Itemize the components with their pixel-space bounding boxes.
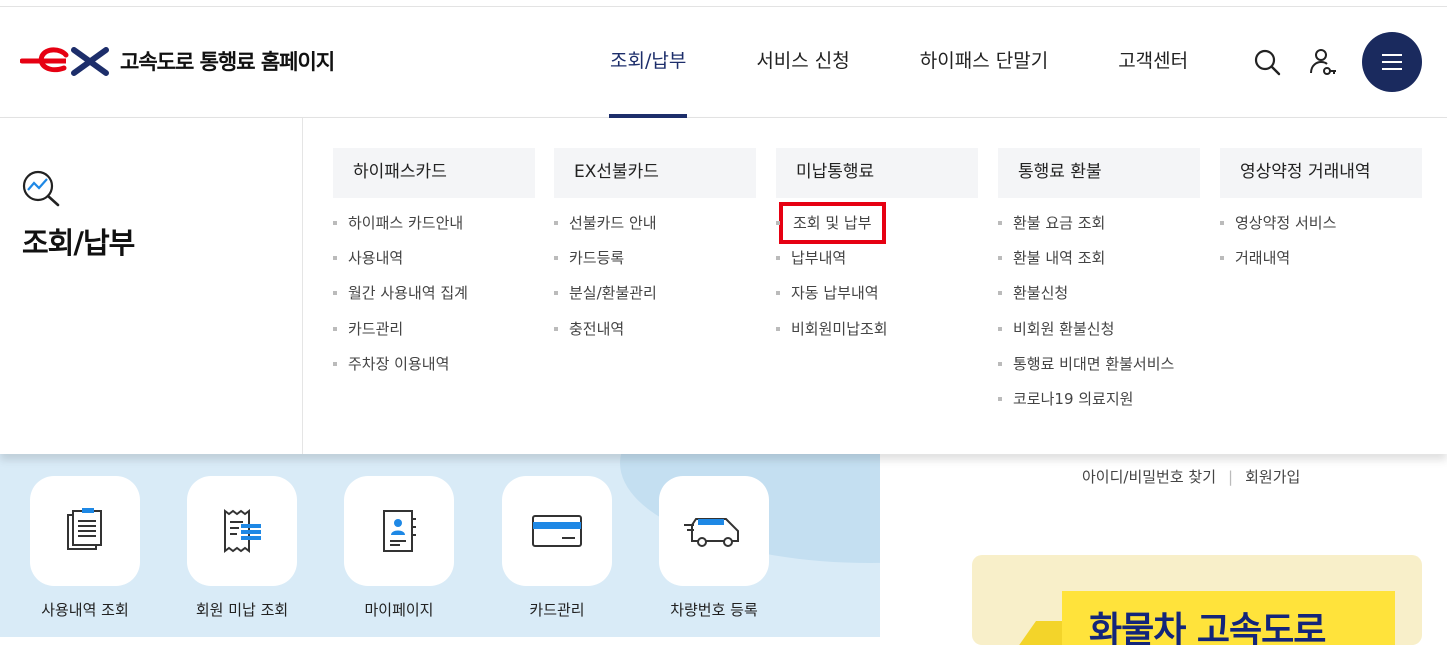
utility-bar	[1250, 32, 1422, 92]
site-title: 고속도로 통행료 홈페이지	[120, 50, 335, 74]
menu-item[interactable]: 주차장 이용내역	[333, 353, 535, 388]
divider: |	[1228, 468, 1234, 486]
menu-column-title[interactable]: 미납통행료	[776, 148, 978, 198]
main-nav: 조회/납부 서비스 신청 하이패스 단말기 고객센터	[575, 8, 1223, 118]
menu-item[interactable]: 비회원미납조회	[776, 318, 978, 353]
user-key-icon[interactable]	[1306, 45, 1340, 79]
card-icon	[532, 515, 582, 547]
search-icon[interactable]	[1250, 45, 1284, 79]
profile-book-icon	[383, 510, 416, 552]
mega-menu-title: 조회/납부	[22, 226, 135, 260]
menu-item[interactable]: 거래내역	[1220, 247, 1422, 282]
menu-column-title[interactable]: EX선불카드	[554, 148, 756, 198]
hamburger-menu-button[interactable]	[1362, 32, 1422, 92]
document-list-icon	[67, 508, 102, 550]
top-line	[0, 0, 1447, 7]
quick-item-vehicle[interactable]: 차량번호 등록	[659, 476, 769, 620]
menu-column-hipass-card: 하이패스카드 하이패스 카드안내 사용내역 월간 사용내역 집계 카드관리 주차…	[333, 148, 535, 388]
menu-column-title[interactable]: 통행료 환불	[998, 148, 1200, 198]
banner-title: 화물차 고속도로	[1089, 610, 1326, 645]
chart-search-icon	[20, 168, 62, 212]
menu-item[interactable]: 환불 내역 조회	[998, 247, 1200, 282]
quick-item-label: 마이페이지	[364, 601, 434, 619]
receipt-icon	[224, 509, 261, 553]
promo-banner[interactable]: 화물차 고속도로	[972, 555, 1422, 645]
quick-item-label: 카드관리	[529, 601, 585, 619]
menu-item[interactable]: 분실/환불관리	[554, 282, 756, 317]
mega-menu: 조회/납부 하이패스카드 하이패스 카드안내 사용내역 월간 사용내역 집계 카…	[0, 118, 1447, 454]
site-header: 고속도로 통행료 홈페이지 조회/납부 서비스 신청 하이패스 단말기 고객센터	[0, 8, 1447, 118]
site-logo[interactable]: 고속도로 통행료 홈페이지	[20, 46, 335, 76]
menu-item[interactable]: 납부내역	[776, 247, 978, 282]
menu-column-ex-prepaid-card: EX선불카드 선불카드 안내 카드등록 분실/환불관리 충전내역	[554, 148, 756, 353]
mega-menu-side: 조회/납부	[0, 118, 303, 454]
menu-item[interactable]: 영상약정 서비스	[1220, 212, 1422, 247]
menu-item[interactable]: 코로나19 의료지원	[998, 388, 1200, 423]
hamburger-icon	[1382, 54, 1402, 70]
quick-item-card[interactable]: 카드관리	[502, 476, 612, 620]
quick-item-unpaid[interactable]: 회원 미납 조회	[187, 476, 297, 620]
account-links: 아이디/비밀번호 찾기 | 회원가입	[1082, 466, 1300, 487]
menu-item-inquiry-and-payment[interactable]: 조회 및 납부	[776, 202, 978, 247]
quick-item-label: 회원 미납 조회	[195, 601, 289, 619]
truck-icon	[684, 518, 739, 547]
menu-column-title[interactable]: 하이패스카드	[333, 148, 535, 198]
menu-item[interactable]: 하이패스 카드안내	[333, 212, 535, 247]
menu-item[interactable]: 카드등록	[554, 247, 756, 282]
menu-item[interactable]: 선불카드 안내	[554, 212, 756, 247]
menu-item[interactable]: 자동 납부내역	[776, 282, 978, 317]
menu-item[interactable]: 월간 사용내역 집계	[333, 282, 535, 317]
menu-item[interactable]: 환불 요금 조회	[998, 212, 1200, 247]
nav-item-customer-center[interactable]: 고객센터	[1083, 8, 1223, 118]
quick-item-usage[interactable]: 사용내역 조회	[30, 476, 140, 620]
quick-item-label: 차량번호 등록	[670, 601, 758, 619]
menu-column-unpaid-toll: 미납통행료 조회 및 납부 납부내역 자동 납부내역 비회원미납조회	[776, 148, 978, 353]
join-link[interactable]: 회원가입	[1245, 468, 1300, 486]
menu-item[interactable]: 카드관리	[333, 318, 535, 353]
menu-column-toll-refund: 통행료 환불 환불 요금 조회 환불 내역 조회 환불신청 비회원 환불신청 통…	[998, 148, 1200, 423]
menu-item[interactable]: 충전내역	[554, 318, 756, 353]
menu-item[interactable]: 환불신청	[998, 282, 1200, 317]
menu-column-video-contract: 영상약정 거래내역 영상약정 서비스 거래내역	[1220, 148, 1422, 282]
nav-item-inquiry-payment[interactable]: 조회/납부	[575, 8, 721, 118]
quick-item-label: 사용내역 조회	[41, 601, 129, 619]
quick-item-mypage[interactable]: 마이페이지	[344, 476, 454, 620]
menu-item[interactable]: 통행료 비대면 환불서비스	[998, 353, 1200, 388]
menu-column-title[interactable]: 영상약정 거래내역	[1220, 148, 1422, 198]
nav-item-hipass-device[interactable]: 하이패스 단말기	[885, 8, 1083, 118]
menu-item[interactable]: 비회원 환불신청	[998, 318, 1200, 353]
menu-item[interactable]: 사용내역	[333, 247, 535, 282]
find-id-password-link[interactable]: 아이디/비밀번호 찾기	[1082, 468, 1216, 486]
nav-item-service-apply[interactable]: 서비스 신청	[721, 8, 884, 118]
ex-logo-icon	[20, 47, 109, 76]
